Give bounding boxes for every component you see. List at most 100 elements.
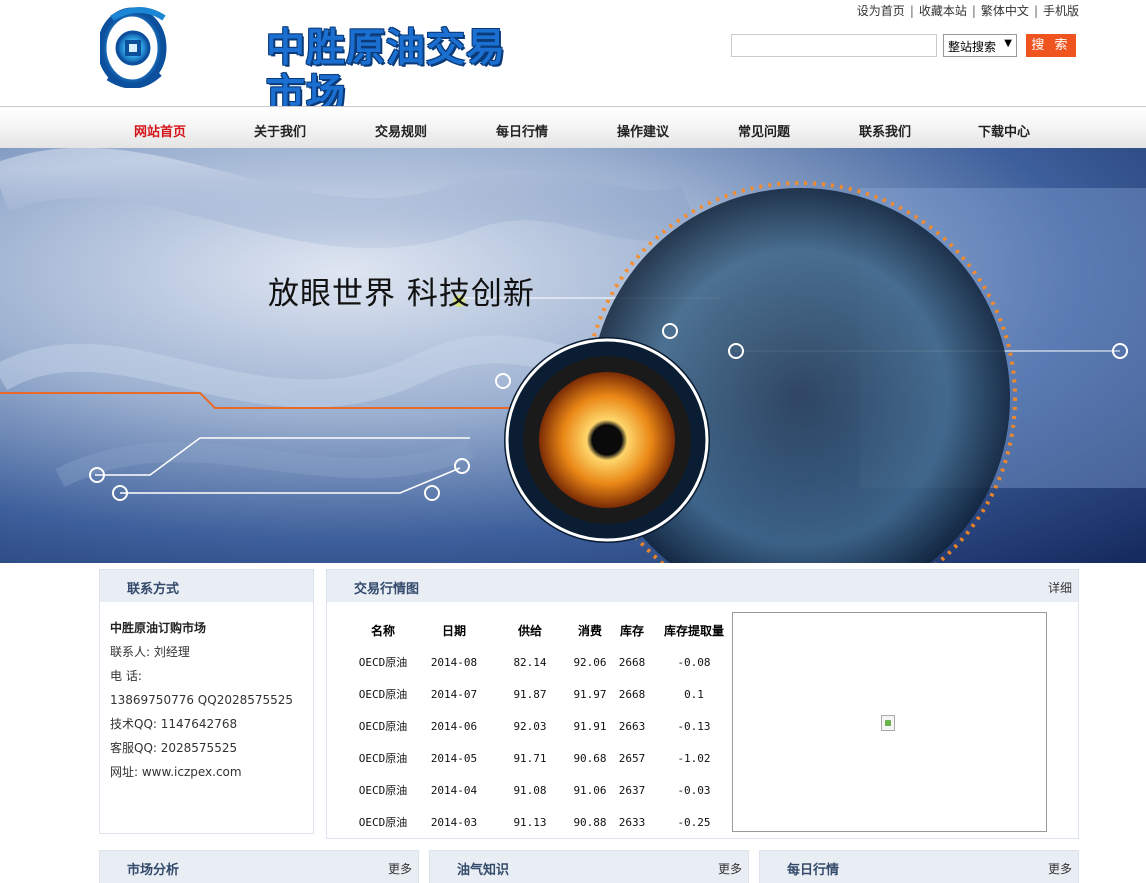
traditional-chinese-link[interactable]: 繁体中文 bbox=[981, 4, 1029, 18]
column-header: 日期 bbox=[441, 623, 466, 638]
cell-supply: 91.87 bbox=[513, 687, 547, 701]
cell-supply: 92.03 bbox=[513, 719, 547, 733]
contact-panel: 联系方式 中胜原油订购市场 联系人: 刘经理 电 话: 13869750776 … bbox=[99, 569, 314, 834]
panel-title: 交易行情图 bbox=[354, 582, 420, 597]
divider: | bbox=[909, 4, 914, 18]
dropdown-arrow-icon: ▼ bbox=[1004, 38, 1012, 49]
contact-person: 联系人: 刘经理 bbox=[110, 645, 190, 659]
search-scope-select[interactable]: 整站搜索 ▼ bbox=[943, 34, 1017, 57]
panel-title: 市场分析 bbox=[127, 863, 180, 878]
cell-date: 2014-06 bbox=[430, 719, 478, 733]
nav-item-faq[interactable]: 常见问题 bbox=[704, 121, 824, 140]
table-row: OECD原油 2014-07 91.87 91.97 2668 0.1 bbox=[353, 678, 739, 710]
nav-item-download[interactable]: 下载中心 bbox=[944, 121, 1064, 140]
cell-consumption: 91.06 bbox=[573, 783, 607, 797]
cell-name: OECD原油 bbox=[358, 752, 408, 765]
panel-title: 油气知识 bbox=[457, 863, 510, 878]
panel-header: 联系方式 bbox=[100, 570, 313, 602]
market-analysis-panel-header: 市场分析 更多 bbox=[99, 850, 419, 883]
cell-supply: 91.71 bbox=[513, 751, 547, 765]
cell-stock-draw: -0.13 bbox=[677, 719, 711, 733]
oil-gas-knowledge-panel-header: 油气知识 更多 bbox=[429, 850, 749, 883]
cell-stock-draw: -0.03 bbox=[677, 783, 711, 797]
cell-stock-draw: -0.25 bbox=[677, 815, 711, 829]
column-header: 名称 bbox=[370, 623, 395, 638]
cell-consumption: 90.88 bbox=[573, 815, 607, 829]
cell-date: 2014-04 bbox=[430, 783, 478, 797]
cell-name: OECD原油 bbox=[358, 688, 408, 701]
company-name: 中胜原油订购市场 bbox=[110, 621, 207, 635]
logo-text: 中胜原油交易市场 bbox=[266, 26, 507, 117]
cell-name: OECD原油 bbox=[358, 784, 408, 797]
column-header: 库存 bbox=[619, 623, 644, 638]
cell-stock: 2637 bbox=[618, 783, 646, 797]
column-header: 库存提取量 bbox=[663, 623, 724, 638]
site-logo[interactable]: 中胜原油交易市场 bbox=[100, 4, 520, 117]
market-table: 名称 日期 供给 消费 库存 库存提取量 OECD原油 2014-08 82.1… bbox=[353, 614, 739, 838]
more-link[interactable]: 更多 bbox=[388, 860, 412, 877]
nav-item-daily-quotes[interactable]: 每日行情 bbox=[462, 121, 582, 140]
cell-stock: 2668 bbox=[618, 655, 646, 669]
table-row: OECD原油 2014-08 82.14 92.06 2668 -0.08 bbox=[353, 646, 739, 678]
market-quotes-panel: 交易行情图 详细 名称 日期 供给 消费 库存 库存提取量 OECD原油 201… bbox=[326, 569, 1079, 839]
cell-supply: 91.08 bbox=[513, 783, 547, 797]
nav-item-rules[interactable]: 交易规则 bbox=[341, 121, 461, 140]
banner-artwork bbox=[0, 148, 1146, 563]
cell-stock-draw: 0.1 bbox=[684, 687, 704, 701]
phone-label: 电 话: bbox=[110, 669, 142, 683]
nav-item-advice[interactable]: 操作建议 bbox=[583, 121, 703, 140]
banner-slogan: 放眼世界 科技创新 bbox=[268, 276, 535, 312]
table-row: OECD原油 2014-03 91.13 90.88 2633 -0.25 bbox=[353, 806, 739, 838]
more-link[interactable]: 更多 bbox=[1048, 860, 1072, 877]
panel-title: 每日行情 bbox=[787, 863, 840, 878]
cell-date: 2014-05 bbox=[430, 751, 478, 765]
cell-stock: 2657 bbox=[618, 751, 646, 765]
cell-supply: 82.14 bbox=[513, 655, 547, 669]
service-qq: 客服QQ: 2028575525 bbox=[110, 741, 238, 755]
nav-item-about[interactable]: 关于我们 bbox=[220, 121, 340, 140]
divider: | bbox=[971, 4, 976, 18]
tech-qq: 技术QQ: 1147642768 bbox=[110, 717, 238, 731]
top-links: 设为首页 | 收藏本站 | 繁体中文 | 手机版 bbox=[857, 2, 1079, 19]
cell-date: 2014-08 bbox=[430, 655, 478, 669]
details-link[interactable]: 详细 bbox=[1048, 579, 1072, 596]
cell-consumption: 92.06 bbox=[573, 655, 607, 669]
panel-header: 交易行情图 详细 bbox=[327, 570, 1078, 602]
cell-stock-draw: -0.08 bbox=[677, 655, 711, 669]
cell-date: 2014-07 bbox=[430, 687, 478, 701]
cell-supply: 91.13 bbox=[513, 815, 547, 829]
table-row: OECD原油 2014-05 91.71 90.68 2657 -1.02 bbox=[353, 742, 739, 774]
set-homepage-link[interactable]: 设为首页 bbox=[857, 4, 905, 18]
table-row: OECD原油 2014-04 91.08 91.06 2637 -0.03 bbox=[353, 774, 739, 806]
cell-name: OECD原油 bbox=[358, 816, 408, 829]
divider: | bbox=[1033, 4, 1038, 18]
mobile-version-link[interactable]: 手机版 bbox=[1043, 4, 1079, 18]
broken-image-icon bbox=[881, 715, 895, 731]
site-header: 中胜原油交易市场 设为首页 | 收藏本站 | 繁体中文 | 手机版 整站搜索 ▼ 搜 索 bbox=[0, 0, 1146, 117]
website: 网址: www.iczpex.com bbox=[110, 765, 242, 779]
bookmark-link[interactable]: 收藏本站 bbox=[919, 4, 967, 18]
search-button[interactable]: 搜 索 bbox=[1026, 34, 1076, 57]
phone-value: 13869750776 QQ2028575525 bbox=[110, 693, 294, 707]
cell-name: OECD原油 bbox=[358, 656, 408, 669]
nav-item-home[interactable]: 网站首页 bbox=[100, 121, 220, 140]
panel-title: 联系方式 bbox=[127, 582, 180, 597]
nav-item-contact[interactable]: 联系我们 bbox=[825, 121, 945, 140]
column-header: 供给 bbox=[517, 623, 542, 638]
table-header-row: 名称 日期 供给 消费 库存 库存提取量 bbox=[353, 614, 739, 646]
cell-consumption: 91.91 bbox=[573, 719, 607, 733]
market-chart-frame bbox=[732, 612, 1047, 832]
hero-banner: 放眼世界 科技创新 bbox=[0, 148, 1146, 563]
search-scope-value: 整站搜索 bbox=[948, 40, 997, 54]
more-link[interactable]: 更多 bbox=[718, 860, 742, 877]
cell-stock-draw: -1.02 bbox=[677, 751, 711, 765]
cell-date: 2014-03 bbox=[430, 815, 478, 829]
table-row: OECD原油 2014-06 92.03 91.91 2663 -0.13 bbox=[353, 710, 739, 742]
search-input[interactable] bbox=[731, 34, 937, 57]
main-nav: 网站首页 关于我们 交易规则 每日行情 操作建议 常见问题 联系我们 下载中心 bbox=[0, 106, 1146, 148]
logo-emblem-icon bbox=[100, 7, 167, 88]
daily-quotes-panel-header: 每日行情 更多 bbox=[759, 850, 1079, 883]
cell-consumption: 91.97 bbox=[573, 687, 607, 701]
cell-name: OECD原油 bbox=[358, 720, 408, 733]
cell-consumption: 90.68 bbox=[573, 751, 607, 765]
